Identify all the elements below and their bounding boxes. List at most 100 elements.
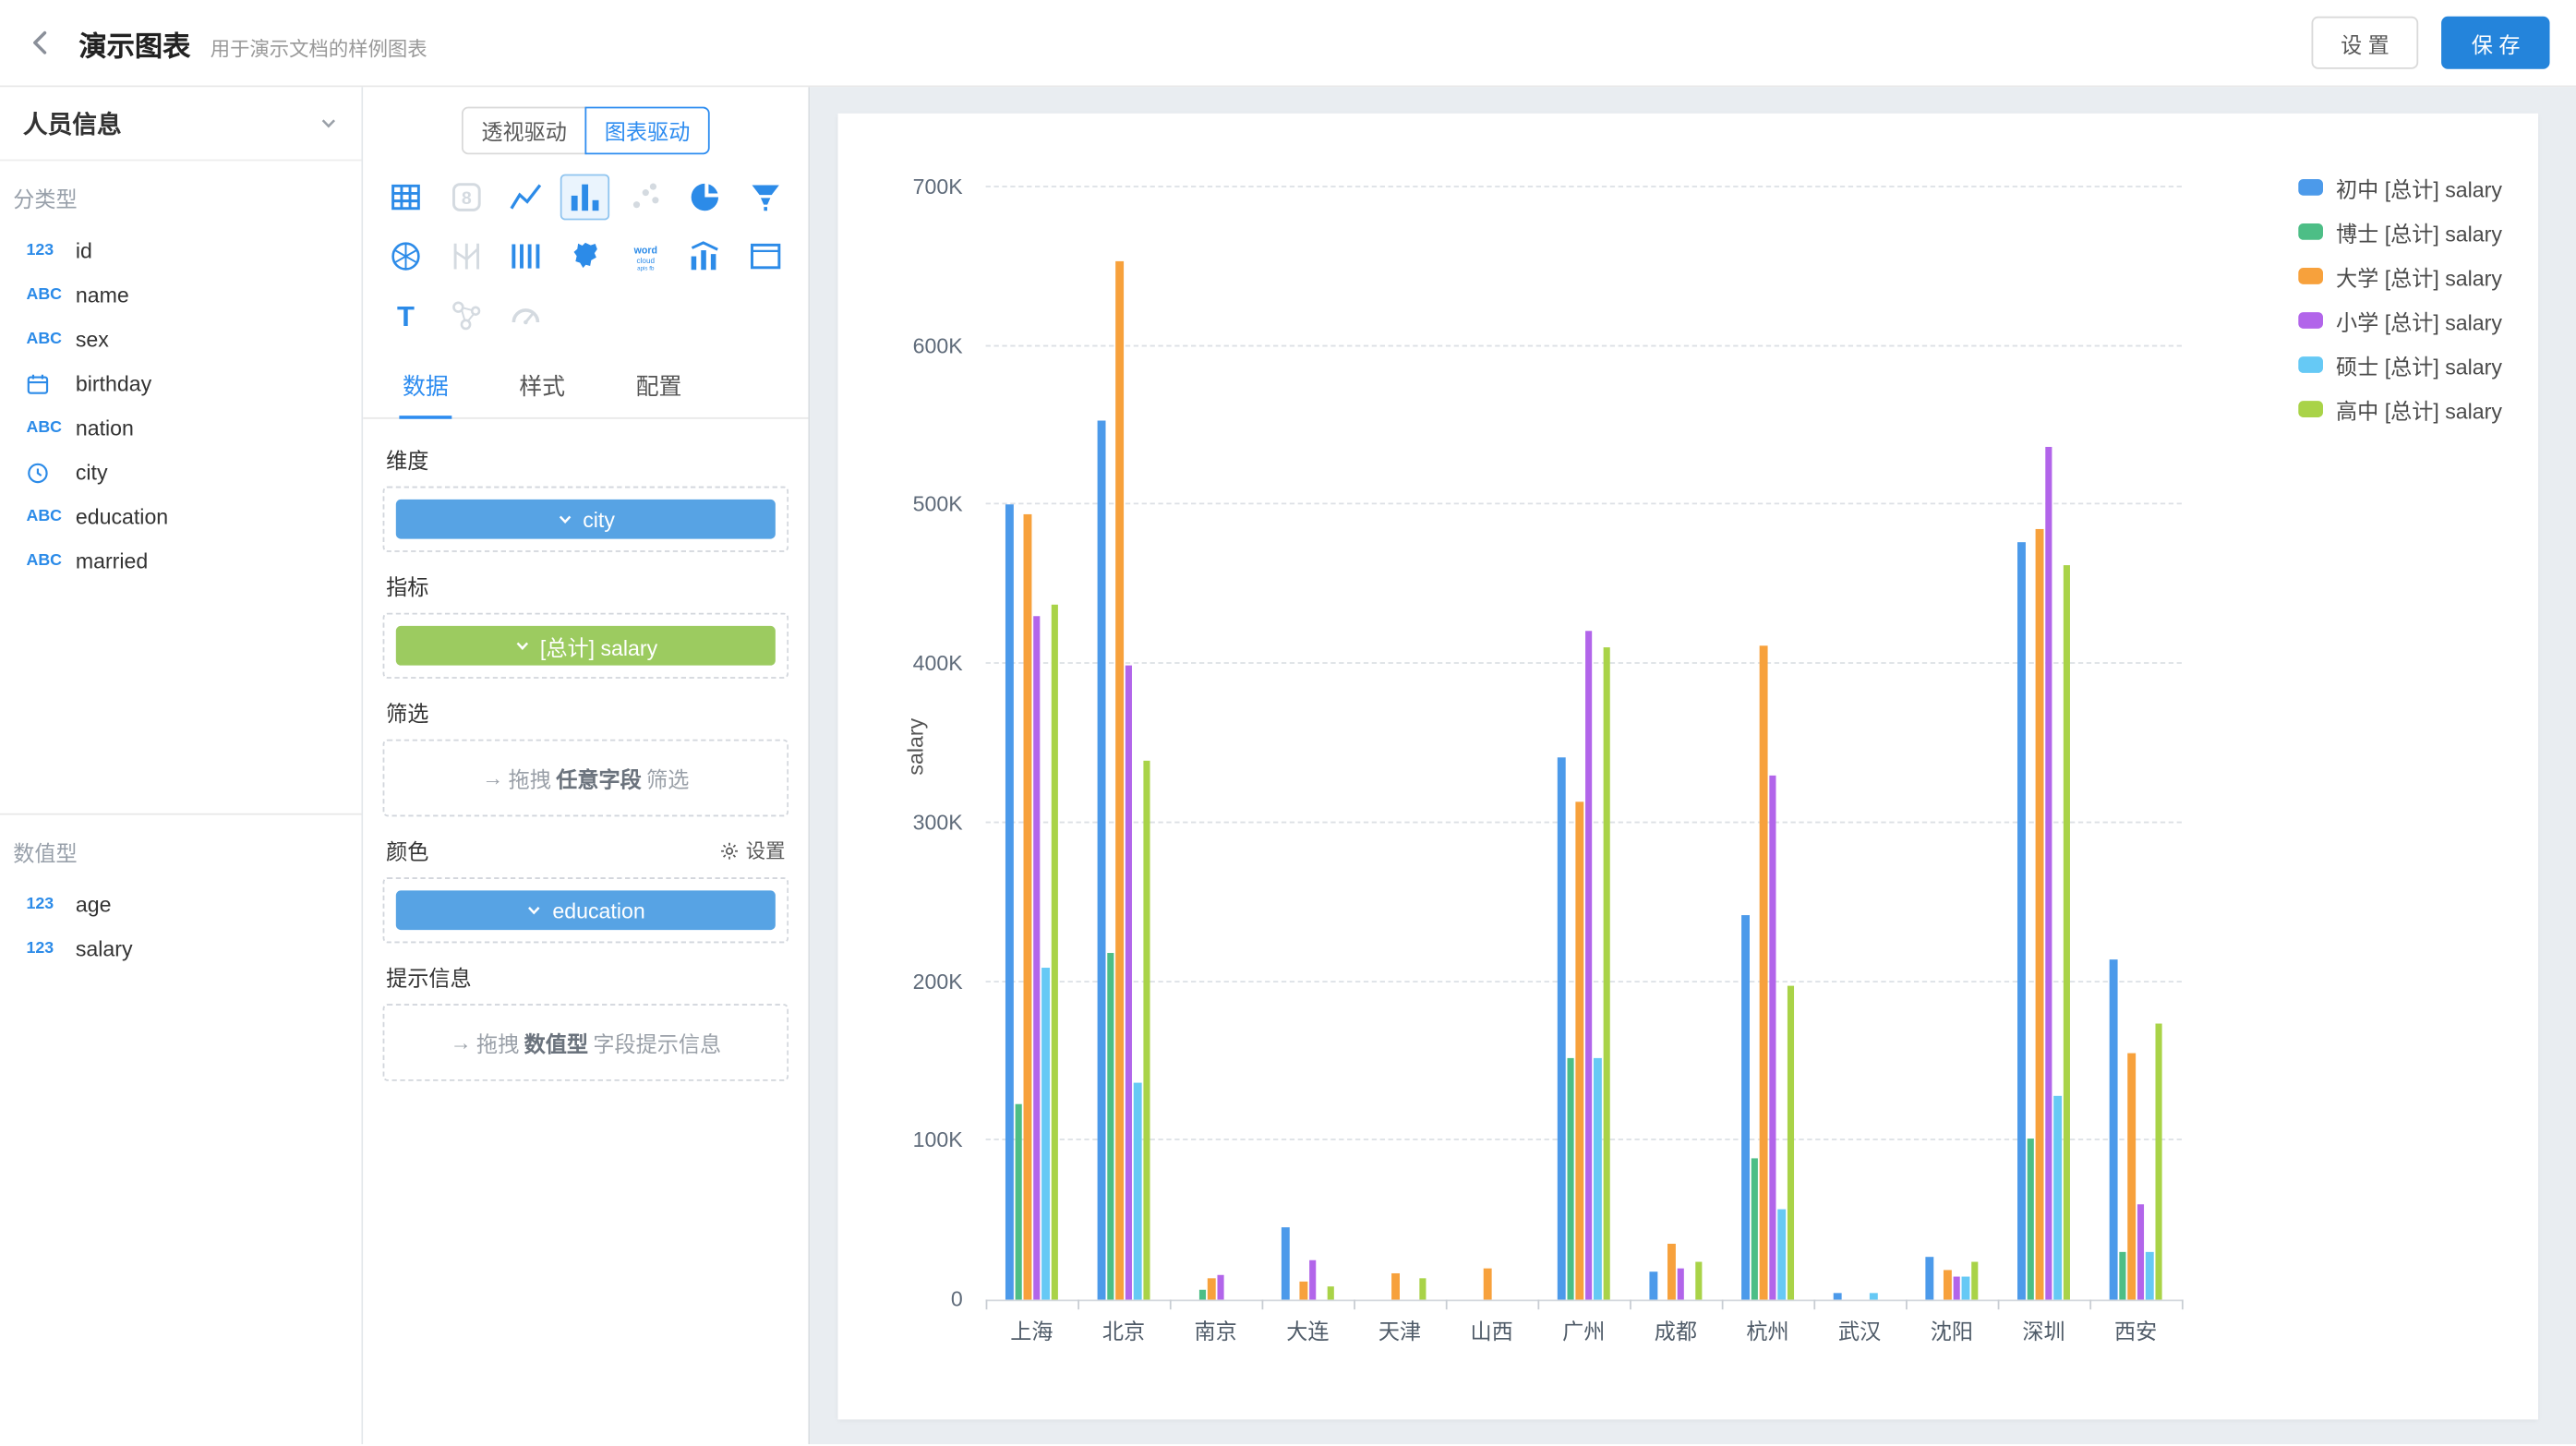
bar-广州-高中 [总计] salary[interactable] xyxy=(1603,648,1610,1300)
tab-配置[interactable]: 配置 xyxy=(632,355,685,418)
bar-北京-初中 [总计] salary[interactable] xyxy=(1098,421,1105,1300)
bar-深圳-小学 [总计] salary[interactable] xyxy=(2044,446,2052,1299)
bar-杭州-小学 [总计] salary[interactable] xyxy=(1768,776,1776,1300)
field-item-salary[interactable]: 123salary xyxy=(0,927,361,971)
field-item-education[interactable]: ABCeducation xyxy=(0,495,361,539)
legend-item-博士 [总计] salary[interactable]: 博士 [总计] salary xyxy=(2298,220,2502,243)
chart-type-iframe-icon[interactable] xyxy=(740,234,789,280)
legend-item-初中 [总计] salary[interactable]: 初中 [总计] salary xyxy=(2298,175,2502,199)
metric-pill-salary[interactable]: [总计] salary xyxy=(396,626,776,666)
tab-数据[interactable]: 数据 xyxy=(399,355,451,418)
bar-沈阳-初中 [总计] salary[interactable] xyxy=(1925,1257,1932,1299)
bar-广州-大学 [总计] salary[interactable] xyxy=(1575,802,1583,1300)
bar-广州-初中 [总计] salary[interactable] xyxy=(1558,758,1565,1300)
bar-北京-高中 [总计] salary[interactable] xyxy=(1143,761,1150,1299)
metric-dropzone[interactable]: [总计] salary xyxy=(383,613,788,679)
bar-沈阳-小学 [总计] salary[interactable] xyxy=(1953,1276,1960,1300)
bar-深圳-博士 [总计] salary[interactable] xyxy=(2027,1139,2034,1300)
legend-item-小学 [总计] salary[interactable]: 小学 [总计] salary xyxy=(2298,309,2502,332)
bar-大连-初中 [总计] salary[interactable] xyxy=(1282,1228,1289,1299)
chart-type-radar-icon[interactable] xyxy=(381,234,430,280)
chart-type-dual-axis-icon[interactable] xyxy=(680,234,729,280)
bar-北京-博士 [总计] salary[interactable] xyxy=(1106,953,1113,1299)
bar-天津-高中 [总计] salary[interactable] xyxy=(1418,1279,1426,1299)
chart-type-line-icon[interactable] xyxy=(501,175,550,221)
bar-沈阳-硕士 [总计] salary[interactable] xyxy=(1962,1276,1969,1300)
color-settings-button[interactable]: 设置 xyxy=(719,837,785,864)
chart-type-wordcloud-icon[interactable]: wordcloudapis fb xyxy=(620,234,669,280)
field-item-nation[interactable]: ABCnation xyxy=(0,405,361,450)
filter-dropzone[interactable]: →拖拽任意字段筛选 xyxy=(383,740,788,817)
bar-广州-硕士 [总计] salary[interactable] xyxy=(1594,1058,1601,1300)
bar-杭州-大学 [总计] salary[interactable] xyxy=(1760,645,1767,1299)
bar-成都-初中 [总计] salary[interactable] xyxy=(1649,1271,1656,1299)
back-button[interactable] xyxy=(26,17,72,69)
bar-深圳-硕士 [总计] salary[interactable] xyxy=(2053,1096,2061,1299)
bar-杭州-高中 [总计] salary[interactable] xyxy=(1787,985,1794,1300)
field-item-name[interactable]: ABCname xyxy=(0,272,361,317)
bar-西安-大学 [总计] salary[interactable] xyxy=(2127,1054,2135,1300)
field-item-birthday[interactable]: birthday xyxy=(0,361,361,405)
dimension-pill-city[interactable]: city xyxy=(396,500,776,539)
bar-天津-大学 [总计] salary[interactable] xyxy=(1391,1272,1399,1299)
bar-西安-博士 [总计] salary[interactable] xyxy=(2118,1252,2125,1300)
dimension-dropzone[interactable]: city xyxy=(383,487,788,552)
tab-样式[interactable]: 样式 xyxy=(516,355,569,418)
chart-type-funnel-icon[interactable] xyxy=(740,175,789,221)
chart-type-map-icon[interactable] xyxy=(561,234,610,280)
bar-南京-大学 [总计] salary[interactable] xyxy=(1208,1279,1215,1299)
bar-山西-大学 [总计] salary[interactable] xyxy=(1484,1268,1491,1299)
bar-深圳-大学 [总计] salary[interactable] xyxy=(2036,529,2043,1300)
bar-成都-高中 [总计] salary[interactable] xyxy=(1694,1261,1702,1299)
field-item-city[interactable]: city xyxy=(0,451,361,495)
bar-上海-博士 [总计] salary[interactable] xyxy=(1015,1104,1022,1300)
tooltip-dropzone[interactable]: →拖拽数值型字段提示信息 xyxy=(383,1004,788,1081)
field-item-age[interactable]: 123age xyxy=(0,883,361,927)
bar-南京-小学 [总计] salary[interactable] xyxy=(1217,1274,1224,1300)
bar-大连-大学 [总计] salary[interactable] xyxy=(1299,1283,1306,1300)
bar-广州-小学 [总计] salary[interactable] xyxy=(1584,631,1592,1299)
bar-南京-博士 [总计] salary[interactable] xyxy=(1198,1290,1206,1299)
chart-type-sankey-icon[interactable] xyxy=(501,234,550,280)
bar-沈阳-高中 [总计] salary[interactable] xyxy=(1970,1261,1978,1299)
bar-上海-硕士 [总计] salary[interactable] xyxy=(1041,968,1049,1300)
bar-北京-硕士 [总计] salary[interactable] xyxy=(1134,1083,1141,1299)
field-item-sex[interactable]: ABCsex xyxy=(0,317,361,361)
bar-深圳-高中 [总计] salary[interactable] xyxy=(2063,565,2070,1299)
legend-item-硕士 [总计] salary[interactable]: 硕士 [总计] salary xyxy=(2298,354,2502,377)
chart-type-pie-icon[interactable] xyxy=(680,175,729,221)
bar-西安-小学 [总计] salary[interactable] xyxy=(2137,1204,2144,1299)
bar-沈阳-大学 [总计] salary[interactable] xyxy=(1944,1270,1951,1300)
bar-上海-初中 [总计] salary[interactable] xyxy=(1005,505,1013,1299)
field-item-id[interactable]: 123id xyxy=(0,228,361,272)
bar-广州-博士 [总计] salary[interactable] xyxy=(1567,1058,1574,1300)
mode-tab-透视驱动[interactable]: 透视驱动 xyxy=(462,107,586,155)
bar-西安-高中 [总计] salary[interactable] xyxy=(2155,1023,2162,1299)
bar-北京-大学 [总计] salary[interactable] xyxy=(1115,260,1123,1299)
settings-button[interactable]: 设 置 xyxy=(2311,17,2419,69)
chart-type-richtext-icon[interactable]: T xyxy=(381,293,430,339)
bar-深圳-初中 [总计] salary[interactable] xyxy=(2017,542,2025,1300)
bar-上海-高中 [总计] salary[interactable] xyxy=(1051,605,1058,1299)
bar-杭州-硕士 [总计] salary[interactable] xyxy=(1777,1209,1785,1299)
view-selector[interactable]: 人员信息 xyxy=(0,87,361,161)
field-item-married[interactable]: ABCmarried xyxy=(0,539,361,584)
save-button[interactable]: 保 存 xyxy=(2442,17,2550,69)
bar-武汉-硕士 [总计] salary[interactable] xyxy=(1870,1294,1877,1300)
bar-武汉-初中 [总计] salary[interactable] xyxy=(1834,1294,1841,1300)
bar-成都-小学 [总计] salary[interactable] xyxy=(1677,1268,1684,1299)
legend-item-大学 [总计] salary[interactable]: 大学 [总计] salary xyxy=(2298,264,2502,287)
legend-item-高中 [总计] salary[interactable]: 高中 [总计] salary xyxy=(2298,398,2502,421)
bar-大连-高中 [总计] salary[interactable] xyxy=(1327,1287,1334,1300)
bar-成都-大学 [总计] salary[interactable] xyxy=(1667,1244,1675,1299)
mode-tab-图表驱动[interactable]: 图表驱动 xyxy=(584,107,709,155)
color-dropzone[interactable]: education xyxy=(383,877,788,943)
bar-杭州-博士 [总计] salary[interactable] xyxy=(1751,1158,1758,1299)
bar-西安-初中 [总计] salary[interactable] xyxy=(2110,959,2117,1299)
bar-北京-小学 [总计] salary[interactable] xyxy=(1125,666,1132,1300)
chart-type-table-icon[interactable] xyxy=(381,175,430,221)
bar-杭州-初中 [总计] salary[interactable] xyxy=(1741,915,1749,1299)
color-pill-education[interactable]: education xyxy=(396,890,776,930)
bar-上海-小学 [总计] salary[interactable] xyxy=(1032,617,1040,1300)
bar-大连-小学 [总计] salary[interactable] xyxy=(1308,1259,1316,1299)
